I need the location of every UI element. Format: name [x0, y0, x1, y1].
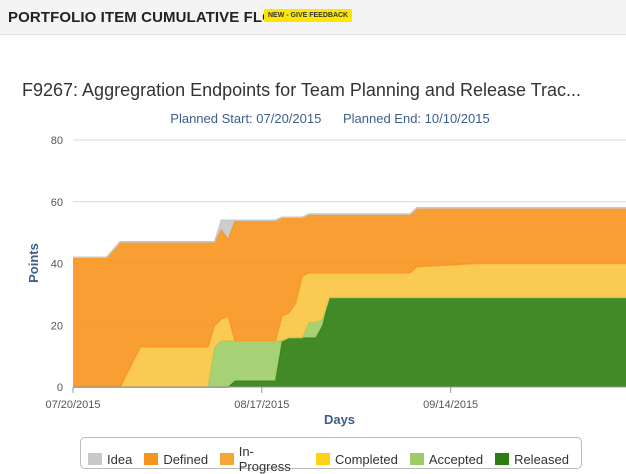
- x-axis-title: Days: [324, 412, 355, 427]
- y-tick-label-80: 80: [51, 135, 63, 147]
- y-tick-label-60: 60: [51, 197, 63, 209]
- y-axis-title: Points: [26, 243, 41, 283]
- legend-swatch-accepted: [409, 453, 424, 465]
- legend-label: Completed: [334, 451, 398, 467]
- y-tick-label-0: 0: [57, 382, 63, 394]
- y-tick-label-40: 40: [51, 259, 63, 271]
- legend-swatch-released: [495, 453, 510, 465]
- legend-label: Defined: [163, 451, 209, 467]
- x-tick-label-28: 08/17/2015: [234, 399, 289, 411]
- legend-label: In-Progress: [238, 444, 291, 474]
- x-tick-label-0: 07/20/2015: [45, 399, 100, 411]
- legend-swatch-defined: [144, 453, 159, 465]
- x-tick-label-56: 09/14/2015: [423, 399, 478, 411]
- legend-swatch-completed: [315, 453, 330, 465]
- legend-item-accepted[interactable]: Accepted: [409, 444, 484, 474]
- cumulative-flow-chart: 0 20 40 60 80 07/20/2015 08/17/2015 09/14/2015 D…: [26, 135, 626, 427]
- legend-label: Accepted: [428, 451, 484, 467]
- legend-item-released[interactable]: Released: [495, 444, 569, 474]
- legend-item-defined[interactable]: Defined: [144, 444, 208, 474]
- legend-label: Released: [514, 451, 569, 467]
- chart-legend: Idea Defined In-Progress Completed Accepted R…: [80, 437, 582, 474]
- legend-swatch-in-progress: [220, 453, 234, 465]
- y-tick-label-20: 20: [51, 320, 63, 332]
- legend-swatch-idea: [88, 453, 102, 465]
- legend-item-in-progress[interactable]: In-Progress: [220, 444, 304, 474]
- legend-item-completed[interactable]: Completed: [315, 444, 398, 474]
- legend-label: Idea: [107, 451, 133, 467]
- legend-item-idea[interactable]: Idea: [88, 444, 132, 474]
